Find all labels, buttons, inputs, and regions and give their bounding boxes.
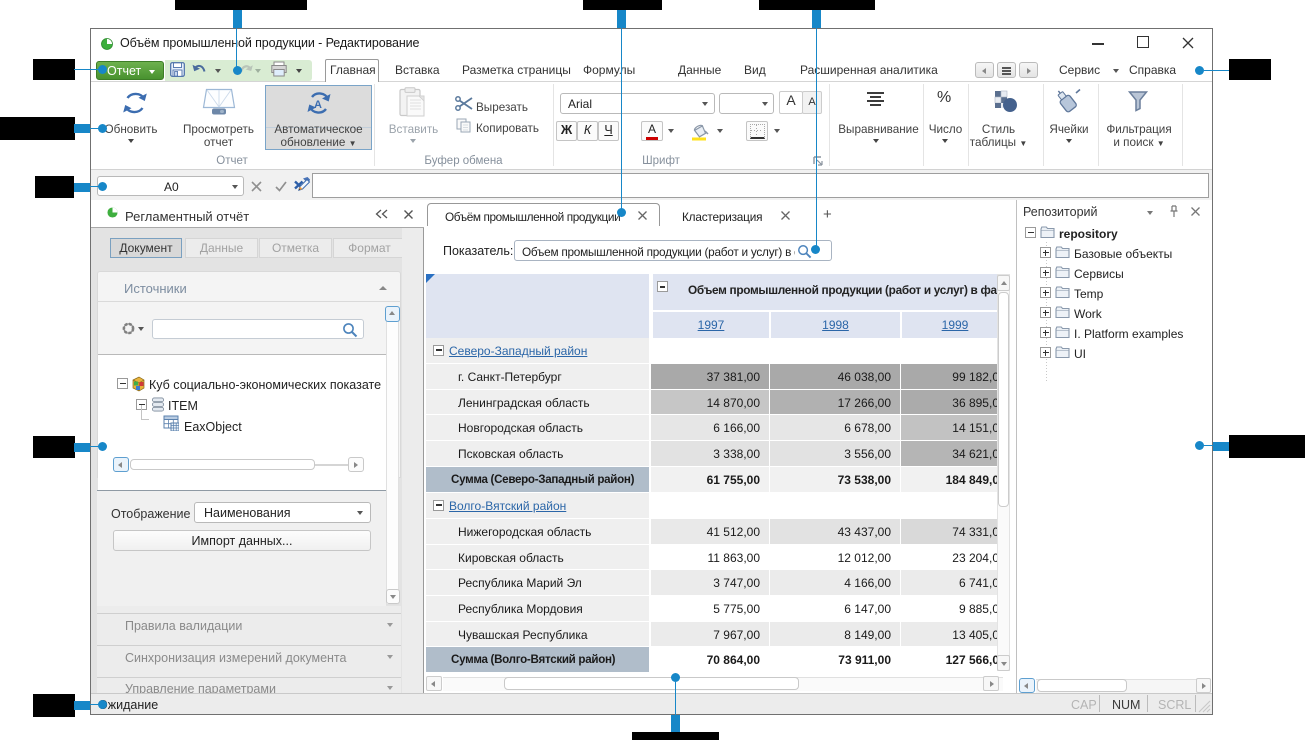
- svg-text:A: A: [314, 99, 322, 111]
